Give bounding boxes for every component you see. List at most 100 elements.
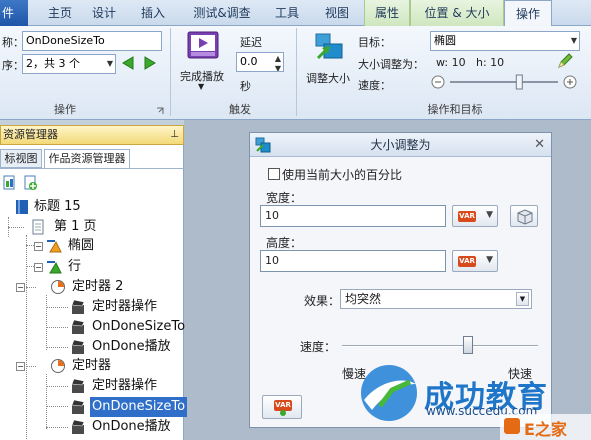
percent-checkbox-label: 使用当前大小的百分比 xyxy=(282,168,403,182)
group-action-target-label: 操作和目标 xyxy=(427,103,483,116)
tree-line xyxy=(46,307,68,308)
add-item-icon[interactable] xyxy=(22,175,38,191)
speed-slider-track[interactable] xyxy=(342,345,538,347)
tab-view[interactable]: 视图 xyxy=(316,0,358,26)
action-name-field[interactable]: OnDoneSizeTo xyxy=(22,31,162,51)
shapes-icon xyxy=(47,261,62,274)
tab-home[interactable]: 主页 xyxy=(40,0,80,26)
chevron-down-icon: ▼ xyxy=(516,292,529,306)
tree-item-ondonesizeto-selected[interactable]: OnDoneSizeTo xyxy=(70,397,188,417)
delay-spinner[interactable]: 0.0 ▲ ▼ xyxy=(236,52,284,72)
collapse-toggle-icon[interactable]: − xyxy=(16,362,25,371)
width-input[interactable]: 10 xyxy=(260,205,446,227)
move-up-arrow-icon[interactable] xyxy=(120,55,136,71)
tree-item-label: OnDone播放 xyxy=(92,339,171,354)
tree-item-timer-action[interactable]: 定时器操作 xyxy=(70,376,157,396)
tree-item-label: OnDoneSizeTo xyxy=(92,319,186,334)
tree-item-ellipse[interactable]: − 椭圆 xyxy=(34,236,94,256)
lock-aspect-button[interactable] xyxy=(510,205,538,227)
tree-item-label: 标题 15 xyxy=(34,199,81,214)
var-badge: VAR xyxy=(458,211,476,222)
tree-item-ondonesizeto[interactable]: OnDoneSizeTo xyxy=(70,317,185,337)
tab-tools[interactable]: 工具 xyxy=(266,0,308,26)
tree-item-label: 定时器操作 xyxy=(92,299,158,314)
close-icon[interactable]: ✕ xyxy=(534,133,545,157)
target-label: 目标： xyxy=(358,36,391,49)
group-action-label: 操作 xyxy=(54,103,76,116)
collapse-toggle-icon[interactable]: − xyxy=(34,242,43,251)
dialog-title: 大小调整为 xyxy=(370,138,431,152)
tab-project-explorer[interactable]: 作品资源管理器 xyxy=(44,149,130,168)
cube-icon xyxy=(517,209,533,225)
tree-item-ondoneplay[interactable]: OnDone播放 xyxy=(70,417,171,437)
complete-play-button[interactable]: 完成播放 ▼ xyxy=(180,30,228,94)
collapse-toggle-icon[interactable]: − xyxy=(34,263,43,272)
ribbon-tab-row: 件 主页 设计 插入 测试&调查 工具 视图 属性 位置 & 大小 操作 xyxy=(0,0,591,27)
tab-properties[interactable]: 属性 xyxy=(364,0,410,26)
tree-item-page[interactable]: 第 1 页 xyxy=(30,217,97,237)
spin-down-icon[interactable]: ▼ xyxy=(275,60,281,71)
file-tab-label: 件 xyxy=(2,6,15,20)
target-dropdown[interactable]: 椭圆 ▼ xyxy=(430,31,580,51)
edit-pencil-icon[interactable] xyxy=(556,52,574,70)
tab-design[interactable]: 设计 xyxy=(83,0,125,26)
tree-item-timer-2[interactable]: − 定时器 2 xyxy=(16,277,123,297)
chevron-down-icon: ▼ xyxy=(106,59,113,68)
tree-line xyxy=(46,327,68,328)
group-trigger-label: 触发 xyxy=(229,103,251,116)
tab-test-survey[interactable]: 测试&调查 xyxy=(186,0,258,26)
height-input[interactable]: 10 xyxy=(260,250,446,272)
tree-item-timer-action[interactable]: 定时器操作 xyxy=(70,297,157,317)
order-value: 2，共 3 个 xyxy=(26,57,80,70)
action-clapper-icon xyxy=(71,299,85,314)
expand-all-icon[interactable] xyxy=(2,175,18,191)
tree-line xyxy=(46,427,68,428)
tree-item-title[interactable]: 标题 15 xyxy=(14,197,81,217)
watermark-corner: E之家 xyxy=(500,414,591,440)
speed-slider-thumb[interactable] xyxy=(462,336,473,354)
resize-icon xyxy=(315,33,343,60)
adjust-size-button[interactable]: 调整大小 xyxy=(306,30,354,94)
var-badge: VAR xyxy=(458,256,476,267)
order-dropdown[interactable]: 2，共 3 个 ▼ xyxy=(22,54,116,74)
tree-item-timer[interactable]: − 定时器 xyxy=(16,356,111,376)
tree-line xyxy=(46,386,68,387)
action-clapper-icon xyxy=(71,399,85,414)
delay-unit: 秒 xyxy=(240,80,251,93)
tree-item-label: 椭圆 xyxy=(68,238,95,253)
dialog-launcher-icon[interactable] xyxy=(156,107,164,115)
action-clapper-icon xyxy=(71,319,85,334)
resize-to-label: 大小调整为： xyxy=(358,58,424,71)
height-label: 高度： xyxy=(266,236,303,250)
tree-item-label: OnDoneSizeTo xyxy=(90,397,188,417)
timer-icon xyxy=(51,359,65,373)
action-clapper-icon xyxy=(71,378,85,393)
group-separator xyxy=(296,28,297,116)
move-down-arrow-icon[interactable] xyxy=(142,55,158,71)
ribbon-panel: 称： OnDoneSizeTo 序： 2，共 3 个 ▼ 操作 完成播放 ▼ 延… xyxy=(0,26,591,120)
tab-actions[interactable]: 操作 xyxy=(504,0,552,27)
height-var-button[interactable]: VAR ▼ xyxy=(452,250,498,272)
collapse-toggle-icon[interactable]: − xyxy=(16,283,25,292)
effect-dropdown[interactable]: 均突然 ▼ xyxy=(340,289,532,309)
speed-slider[interactable] xyxy=(430,72,580,92)
adjust-size-label: 调整大小 xyxy=(306,72,350,85)
tree-item-line[interactable]: − 行 xyxy=(34,257,81,277)
speed-label: 速度： xyxy=(300,340,337,354)
width-var-button[interactable]: VAR ▼ xyxy=(452,205,498,227)
tree-item-ondoneplay[interactable]: OnDone播放 xyxy=(70,337,171,357)
tab-title-view[interactable]: 标视图 xyxy=(0,149,42,168)
chevron-down-icon: ▼ xyxy=(198,82,205,91)
percent-checkbox[interactable] xyxy=(268,168,280,180)
tab-insert[interactable]: 插入 xyxy=(131,0,175,26)
chevron-down-icon: ▼ xyxy=(486,255,493,265)
file-tab[interactable]: 件 xyxy=(0,0,28,26)
pin-icon[interactable]: ⊥ xyxy=(170,126,179,144)
green-dot-icon xyxy=(280,410,286,416)
watermark-logo-icon xyxy=(361,365,417,421)
variable-button[interactable]: VAR xyxy=(262,395,302,419)
chevron-down-icon: ▼ xyxy=(570,36,577,45)
effect-label: 效果： xyxy=(304,294,341,308)
order-label: 序： xyxy=(2,59,24,72)
tab-position-size[interactable]: 位置 & 大小 xyxy=(410,0,504,26)
